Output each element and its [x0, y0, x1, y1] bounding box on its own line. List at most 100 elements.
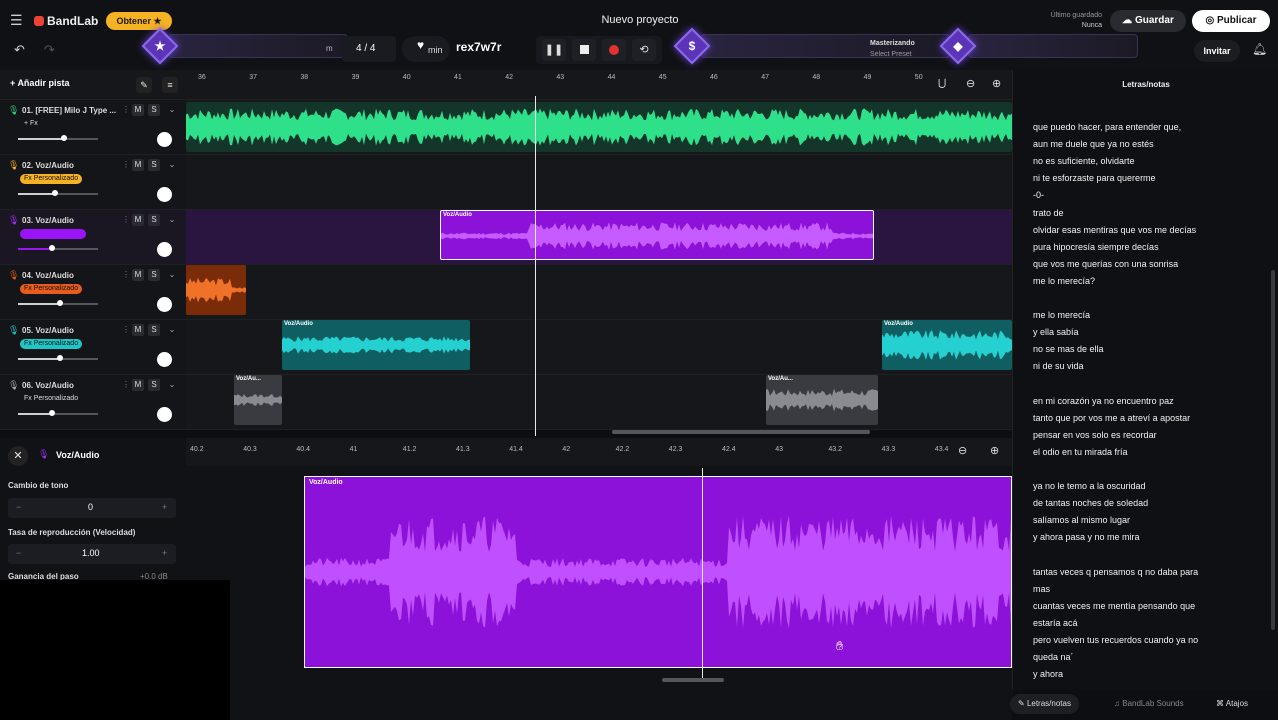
more-icon[interactable]: ⋮ [120, 214, 132, 226]
track-name[interactable]: 06. Voz/Audio [22, 381, 74, 390]
pan-knob[interactable] [157, 187, 172, 202]
editor-ruler[interactable]: 40.2 40.3 40.4 41 41.2 41.3 41.4 42 42.2 42.3 42.4… [186, 438, 1012, 466]
editor-scrollbar[interactable] [662, 678, 724, 682]
pan-knob[interactable] [157, 407, 172, 422]
track-name[interactable]: 05. Voz/Audio [22, 326, 74, 335]
chevron-down-icon[interactable]: ⌄ [166, 269, 178, 281]
tab-lyrics[interactable]: ✎ Letras/notas [1010, 694, 1079, 714]
loop-button[interactable]: ⟲ [632, 39, 656, 61]
record-button[interactable] [602, 39, 626, 61]
more-icon[interactable]: ⋮ [120, 269, 132, 281]
zoom-in-icon[interactable]: ⊕ [990, 444, 999, 457]
add-track-button[interactable]: + Añadir pista [6, 78, 88, 92]
tracks-settings-icon[interactable]: ≡ [162, 77, 178, 93]
preset-select[interactable]: Select Preset [870, 51, 912, 58]
pan-knob[interactable] [157, 132, 172, 147]
close-icon[interactable]: ✕ [8, 446, 28, 466]
pitch-stepper[interactable]: − 0 + [8, 498, 176, 518]
clip-voz-5b[interactable]: Voz/Audio [882, 320, 1012, 370]
more-icon[interactable]: ⋮ [120, 159, 132, 171]
mute-button[interactable]: M [132, 379, 144, 391]
mute-button[interactable]: M [132, 269, 144, 281]
mute-button[interactable]: M [132, 324, 144, 336]
volume-handle[interactable] [56, 300, 63, 306]
editor-clip[interactable]: Voz/Audio [304, 476, 1012, 668]
mute-button[interactable]: M [132, 159, 144, 171]
clip-voz-4[interactable] [186, 265, 246, 315]
lyric-line: no es suficiente, olvidarte [1033, 156, 1135, 167]
volume-handle[interactable] [61, 135, 68, 141]
mute-button[interactable]: M [132, 214, 144, 226]
pan-knob[interactable] [157, 242, 172, 257]
undo-icon[interactable]: ↶ [14, 42, 25, 58]
solo-button[interactable]: S [148, 269, 160, 281]
rate-stepper[interactable]: − 1.00 + [8, 544, 176, 564]
more-icon[interactable]: ⋮ [120, 104, 132, 116]
timeline-ruler[interactable]: 36 37 38 39 40 41 42 43 44 45 46 47 48 49 50 ⋃ ⊖ ⊕ [186, 70, 1012, 100]
more-icon[interactable]: ⋮ [120, 379, 132, 391]
project-title[interactable]: Nuevo proyecto [540, 14, 740, 26]
solo-button[interactable]: S [148, 159, 160, 171]
clip-voz-5a[interactable]: Voz/Audio [282, 320, 470, 370]
track-name[interactable]: 04. Voz/Audio [22, 271, 74, 280]
solo-button[interactable]: S [148, 379, 160, 391]
chevron-down-icon[interactable]: ⌄ [166, 324, 178, 336]
bpm-box[interactable] [402, 36, 450, 62]
bell-icon[interactable]: 🔔︎ [1252, 42, 1267, 56]
redo-icon[interactable]: ↷ [44, 42, 55, 58]
fx-badge[interactable]: Fx Personalizado [20, 339, 83, 349]
menu-icon[interactable]: ☰ [10, 12, 23, 29]
save-button[interactable]: ☁ Guardar [1110, 10, 1186, 32]
pan-knob[interactable] [157, 352, 172, 367]
clip-voz-6b[interactable]: Voz/Au... [766, 375, 878, 425]
chevron-down-icon[interactable]: ⌄ [166, 379, 178, 391]
magnet-icon[interactable]: ⋃ [938, 78, 946, 89]
lyric-line: de tantas noches de soledad [1033, 498, 1149, 509]
pan-knob[interactable] [157, 297, 172, 312]
invite-button[interactable]: Invitar [1194, 40, 1240, 62]
volume-handle[interactable] [51, 190, 58, 196]
tab-shortcuts[interactable]: ⌘ Atajos [1208, 694, 1256, 714]
clip-voz-6a[interactable]: Voz/Au... [234, 375, 282, 425]
track-name[interactable]: 02. Voz/Audio [22, 161, 74, 170]
chevron-down-icon[interactable]: ⌄ [166, 104, 178, 116]
clip-beat[interactable] [186, 102, 1012, 152]
zoom-out-icon[interactable]: ⊖ [958, 444, 967, 457]
bandlab-logo[interactable]: BandLab [34, 14, 98, 28]
mute-button[interactable]: M [132, 104, 144, 116]
tab-sounds[interactable]: ♫ BandLab Sounds [1106, 694, 1192, 714]
fx-badge[interactable]: Fx Personalizado [20, 284, 83, 294]
fx-badge[interactable]: + Fx [20, 119, 42, 129]
stop-button[interactable] [572, 39, 596, 61]
publish-button[interactable]: ◎ Publicar [1192, 10, 1270, 32]
pencil-icon[interactable]: ✎ [136, 77, 152, 93]
plus-icon[interactable]: + [162, 548, 167, 558]
volume-handle[interactable] [56, 355, 63, 361]
obtain-button[interactable]: Obtener ★ [106, 12, 172, 30]
chevron-down-icon[interactable]: ⌄ [166, 214, 178, 226]
clip-voz-3[interactable]: Voz/Audio [440, 210, 874, 260]
volume-handle[interactable] [48, 245, 55, 251]
zoom-out-icon[interactable]: ⊖ [966, 77, 975, 90]
fx-badge[interactable]: Fx Personalizado [20, 394, 82, 404]
waveform-voz-6b [766, 388, 878, 412]
fx-badge[interactable] [20, 229, 86, 239]
solo-button[interactable]: S [148, 214, 160, 226]
editor-playhead[interactable] [702, 468, 703, 678]
solo-button[interactable]: S [148, 104, 160, 116]
chevron-down-icon[interactable]: ⌄ [166, 159, 178, 171]
volume-handle[interactable] [48, 410, 55, 416]
zoom-in-icon[interactable]: ⊕ [992, 77, 1001, 90]
minus-icon[interactable]: − [16, 548, 21, 558]
minus-icon[interactable]: − [16, 502, 21, 512]
playhead[interactable] [535, 96, 536, 436]
fx-badge[interactable]: Fx Personalizado [20, 174, 83, 184]
track-name[interactable]: 01. [FREE] Milo J Type ... [22, 106, 116, 115]
lyrics-scrollbar[interactable] [1271, 270, 1275, 630]
plus-icon[interactable]: + [162, 502, 167, 512]
pause-button[interactable]: ❚❚ [542, 39, 566, 61]
track-name[interactable]: 03. Voz/Audio [22, 216, 74, 225]
horizontal-scrollbar[interactable] [612, 430, 870, 434]
more-icon[interactable]: ⋮ [120, 324, 132, 336]
solo-button[interactable]: S [148, 324, 160, 336]
